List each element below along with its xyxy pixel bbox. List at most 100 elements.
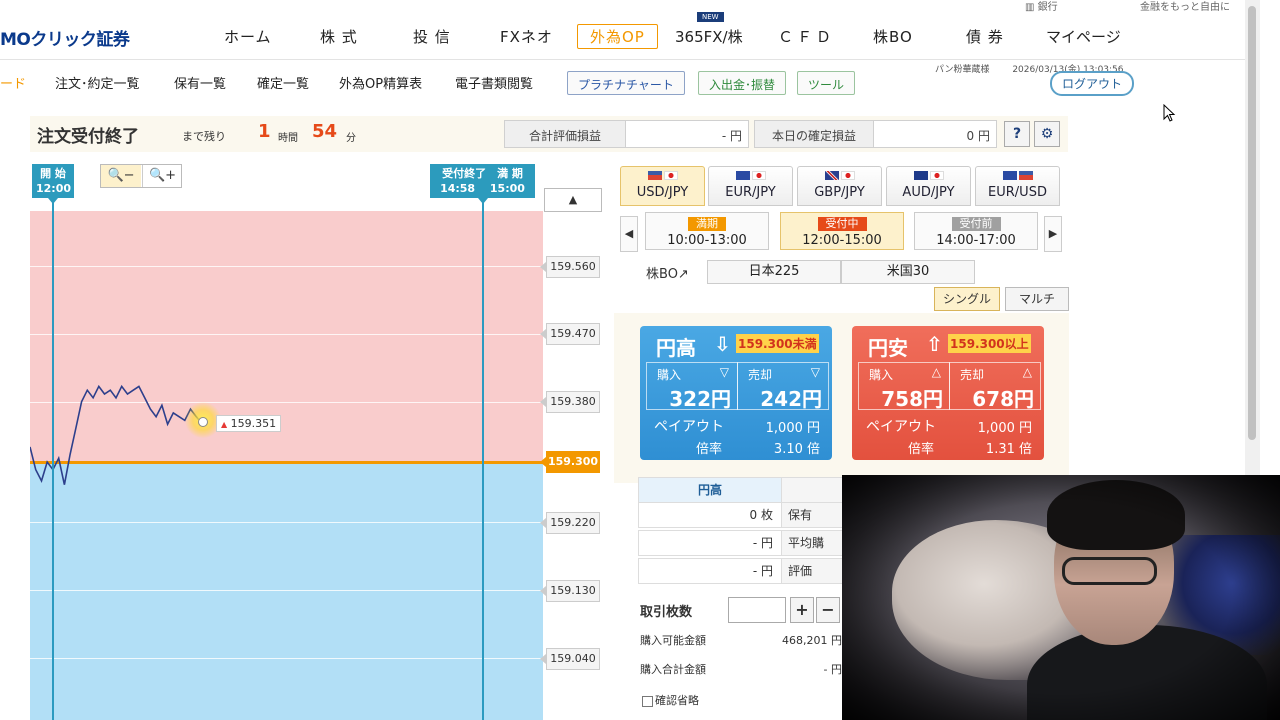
quantity-plus-button[interactable]: + [790,597,814,623]
settings-gear-icon[interactable]: ⚙ [1034,121,1060,147]
today-pl-label: 本日の確定損益 [754,120,874,148]
rate-label: 倍率 [908,442,935,457]
triangle-up-icon: △ [931,365,941,379]
subnav-trade[interactable]: ード [0,73,26,92]
yen-low-sell-button[interactable]: 売却 △ 678円 [949,362,1041,411]
logo[interactable]: MOクリック証券 [0,25,130,50]
deposit-transfer-button[interactable]: 入出金･振替 [698,71,787,95]
subnav-e-documents[interactable]: 電子書類閲覧 [455,73,533,92]
status-title: 注文受付終了 [37,127,139,147]
price-chart[interactable]: 開 始 12:00 受付終了 満 期 14:58 15:00 🔍− 🔍+ ▲ 1… [30,154,605,720]
nav-funds[interactable]: 投 信 [413,26,451,47]
subnav-settlement-table[interactable]: 外為OP精算表 [339,73,422,92]
new-badge: NEW [697,12,724,22]
yen-high-buy-button[interactable]: 購入 ▽ 322円 [646,362,738,411]
logout-button[interactable]: ログアウト [1050,71,1135,96]
total-pl-value: - 円 [625,120,749,148]
remaining-hours: 1 [258,121,271,142]
nav-home[interactable]: ホーム [224,26,272,47]
session-prev-icon[interactable]: ◀ [620,216,638,252]
tab-gbpjpy[interactable]: GBP/JPY [797,166,882,206]
skip-confirm-checkbox[interactable]: 確認省略 [642,692,699,708]
dow30-button[interactable]: 米国30 [841,260,975,284]
up-arrow-icon: ⇧ [926,332,943,356]
nikkei225-button[interactable]: 日本225 [707,260,841,284]
yen-high-sell-button[interactable]: 売却 ▽ 242円 [737,362,829,411]
current-price-dot [198,417,208,427]
subnav-holdings[interactable]: 保有一覧 [174,73,226,92]
tab-eurusd[interactable]: EUR/USD [975,166,1060,206]
nav-fx-neo[interactable]: FXネオ [500,26,553,47]
rate-value: 1.31 倍 [985,442,1032,457]
single-mode-button[interactable]: シングル [934,287,1001,311]
session-1000-1300[interactable]: 満期 10:00-13:00 [645,212,769,250]
current-price-label: ▲ 159.351 [216,415,282,432]
checkbox-box[interactable] [642,695,653,707]
page-scrollbar[interactable] [1245,0,1260,475]
yen-high-title: 円高 [656,336,696,360]
yen-low-threshold: 159.300以上 [948,334,1031,353]
eu-jp-flags-icon [709,170,792,183]
quantity-label: 取引枚数 [640,605,693,620]
tab-audjpy[interactable]: AUD/JPY [886,166,971,206]
remaining-label: まで残り [182,130,226,143]
price-tick: 159.380 [540,391,600,413]
position-quantity: 0 枚 [638,502,782,528]
tools-button[interactable]: ツール [797,71,856,95]
nav-365fx[interactable]: 365FX/株 [675,26,743,47]
session-1200-1500[interactable]: 受付中 12:00-15:00 [780,212,904,250]
help-button[interactable]: ? [1004,121,1030,147]
yen-high-card: 円高 ⇩ 159.300未満 購入 ▽ 322円 売却 ▽ 242円 ペイアウト… [640,326,832,460]
nav-fx-option[interactable]: 外為OP [577,24,658,49]
payout-label: ペイアウト [654,419,724,435]
session-next-icon[interactable]: ▶ [1044,216,1062,252]
triangle-down-icon: ▽ [810,365,820,379]
nav-cfd[interactable]: ＣＦＤ [778,26,835,47]
rate-value: 3.10 倍 [773,442,820,457]
remaining-minutes: 54 [312,121,338,142]
start-time-line [52,199,54,720]
total-purchase-label: 購入合計金額 [640,663,706,676]
yen-high-threshold: 159.300未満 [736,334,819,353]
scrollbar-thumb[interactable] [1248,6,1256,440]
cutoff-time-line [482,199,484,720]
zoom-out-icon[interactable]: 🔍− [101,165,141,187]
price-tick: 159.040 [540,648,600,670]
cutoff-expiry-tag: 受付終了 満 期 14:58 15:00 [430,164,535,204]
webcam-overlay [842,475,1280,720]
up-arrow-icon: ▲ [221,420,228,429]
today-pl-value: 0 円 [873,120,997,148]
buyable-amount-value: 468,201 円 [782,634,842,647]
platinum-chart-button[interactable]: プラチナチャート [567,71,685,95]
price-scroll-up-button[interactable]: ▲ [544,188,602,212]
strike-price-tick: 159.300 [540,451,600,473]
nav-bonds[interactable]: 債 券 [966,26,1004,47]
tab-eurjpy[interactable]: EUR/JPY [708,166,793,206]
zoom-in-icon[interactable]: 🔍+ [142,165,182,187]
user-name: パン粉華蔵様 [935,65,990,75]
payout-label: ペイアウト [866,419,936,435]
nav-stocks[interactable]: 株 式 [320,26,358,47]
position-table-header: 円高 [638,477,782,503]
mouse-cursor-icon [1163,104,1176,122]
yen-low-buy-button[interactable]: 購入 △ 758円 [858,362,950,411]
price-tick: 159.560 [540,256,600,278]
nav-mypage[interactable]: マイページ [1046,26,1121,47]
session-badge: 満期 [688,217,726,231]
subnav-settled[interactable]: 確定一覧 [257,73,309,92]
sub-nav: ード 注文･約定一覧 保有一覧 確定一覧 外為OP精算表 電子書類閲覧 プラチナ… [0,62,1245,102]
tab-usdjpy[interactable]: USD/JPY [620,166,705,206]
stock-bo-link[interactable]: 株BO↗ [646,263,689,282]
multi-mode-button[interactable]: マルチ [1005,287,1069,311]
subnav-orders[interactable]: 注文･約定一覧 [55,73,140,92]
triangle-down-icon: ▽ [719,365,729,379]
total-pl-label: 合計評価損益 [504,120,626,148]
session-1400-1700[interactable]: 受付前 14:00-17:00 [914,212,1038,250]
yen-low-card: 円安 ⇧ 159.300以上 購入 △ 758円 売却 △ 678円 ペイアウト… [852,326,1044,460]
nav-stock-bo[interactable]: 株BO [873,26,913,47]
payout-value: 1,000 円 [765,421,820,436]
price-line-svg [30,384,203,485]
quantity-input[interactable] [728,597,786,623]
quantity-minus-button[interactable]: − [816,597,840,623]
payout-value: 1,000 円 [977,421,1032,436]
